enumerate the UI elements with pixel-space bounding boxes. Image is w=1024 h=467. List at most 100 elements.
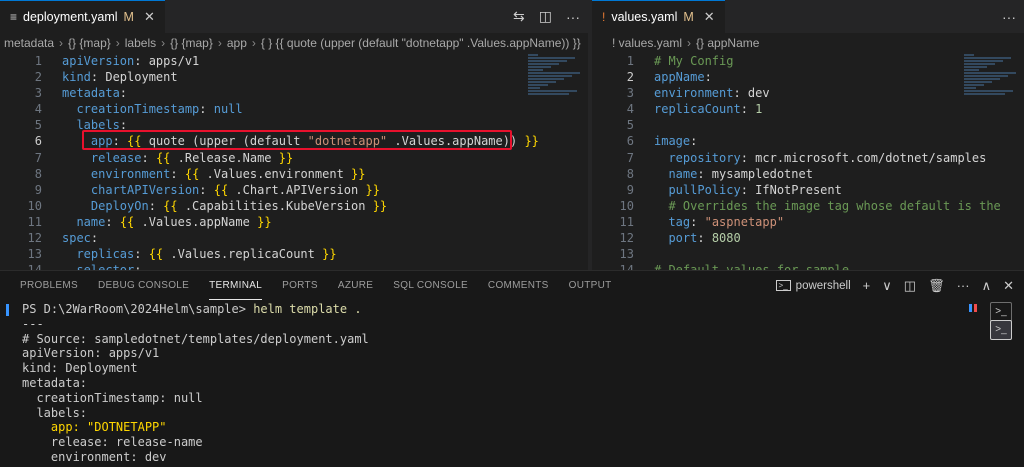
- code-line[interactable]: 8 name: mysampledotnet: [592, 166, 1024, 182]
- code-token: :: [141, 150, 156, 165]
- right-code-editor[interactable]: 1 # My Config 2 appName: 3 environment: dev 4 r…: [592, 53, 1024, 270]
- more-actions-icon[interactable]: ···: [566, 9, 580, 25]
- code-token: {{: [119, 214, 135, 229]
- new-terminal-icon[interactable]: +: [863, 278, 871, 293]
- code-token: {{: [155, 150, 171, 165]
- minimap-line: [528, 87, 540, 89]
- tab-terminal[interactable]: TERMINAL: [209, 271, 263, 300]
- code-token: :: [148, 198, 164, 213]
- code-line[interactable]: 7 release: {{ .Release.Name }}: [0, 150, 588, 166]
- terminal-instance-icon[interactable]: >_: [990, 320, 1012, 340]
- compare-changes-icon[interactable]: ⇆: [513, 8, 525, 25]
- minimap-line: [528, 60, 567, 62]
- line-number: 12: [619, 231, 634, 246]
- right-minimap[interactable]: [964, 53, 1024, 270]
- terminal-text: creationTimestamp: null: [22, 390, 203, 405]
- tab-comments[interactable]: COMMENTS: [488, 271, 549, 300]
- code-line[interactable]: 9 chartAPIVersion: {{ .Chart.APIVersion …: [0, 182, 588, 198]
- line-number: 7: [34, 150, 42, 165]
- code-token: : mcr.microsoft.com/dotnet/samples: [740, 150, 987, 165]
- code-line[interactable]: 4 creationTimestamp: null: [0, 101, 588, 117]
- code-line[interactable]: 14 selector:: [0, 262, 588, 270]
- code-token: .Capabilities.KubeVersion: [177, 198, 373, 213]
- code-line[interactable]: 9 pullPolicy: IfNotPresent: [592, 182, 1024, 198]
- highlight-box: [82, 130, 512, 150]
- code-line[interactable]: 11 name: {{ .Values.appName }}: [0, 214, 588, 230]
- code-line[interactable]: 12 spec:: [0, 230, 588, 246]
- code-line[interactable]: 6 image:: [592, 133, 1024, 149]
- tab-ports[interactable]: PORTS: [282, 271, 318, 300]
- line-text: kind: Deployment: [42, 69, 178, 85]
- code-line[interactable]: 1 # My Config: [592, 53, 1024, 69]
- code-token: }}: [322, 247, 337, 262]
- line-text: pullPolicy: IfNotPresent: [634, 182, 841, 198]
- left-code-editor[interactable]: 1 apiVersion: apps/v1 2 kind: Deployment 3 me…: [0, 53, 588, 270]
- left-minimap[interactable]: [528, 53, 588, 270]
- close-panel-icon[interactable]: ✕: [1003, 278, 1014, 294]
- terminal-output[interactable]: PS D:\2WarRoom\2024Helm\sample> helm tem…: [0, 302, 960, 467]
- code-line[interactable]: 10 # Overrides the image tag whose defau…: [592, 198, 1024, 214]
- code-line[interactable]: 4 replicaCount: 1: [592, 101, 1024, 117]
- trash-icon[interactable]: 🗑: [928, 278, 945, 294]
- code-token: {{: [213, 182, 229, 197]
- line-number: 2: [626, 70, 634, 85]
- code-line[interactable]: 5: [592, 117, 1024, 133]
- line-text: release: {{ .Release.Name }}: [42, 150, 293, 166]
- breadcrumb-item[interactable]: labels: [125, 36, 156, 50]
- breadcrumb-item[interactable]: {} {map}: [170, 36, 213, 50]
- code-line[interactable]: 12 port: 8080: [592, 230, 1024, 246]
- breadcrumb-item[interactable]: metadata: [4, 36, 54, 50]
- split-terminal-icon[interactable]: ◫: [904, 278, 916, 294]
- chevron-down-icon[interactable]: ∨: [882, 278, 892, 294]
- terminal-shell-selector[interactable]: >_ powershell: [775, 280, 851, 292]
- chevron-right-icon: ›: [251, 36, 256, 50]
- close-icon[interactable]: ✕: [704, 9, 715, 25]
- code-line[interactable]: 11 tag: "aspnetapp": [592, 214, 1024, 230]
- close-icon[interactable]: ✕: [144, 9, 155, 25]
- minimap-line: [528, 93, 569, 95]
- more-actions-icon[interactable]: ···: [957, 278, 970, 293]
- code-line[interactable]: 3 environment: dev: [592, 85, 1024, 101]
- tab-debug-console[interactable]: DEBUG CONSOLE: [98, 271, 189, 300]
- split-editor-icon[interactable]: ◫: [539, 8, 552, 25]
- terminal-text: kind: Deployment: [22, 361, 138, 376]
- code-line[interactable]: 14 # Default values for sample: [592, 262, 1024, 270]
- code-line[interactable]: 7 repository: mcr.microsoft.com/dotnet/s…: [592, 150, 1024, 166]
- tab-azure[interactable]: AZURE: [338, 271, 373, 300]
- code-line[interactable]: 1 apiVersion: apps/v1: [0, 53, 588, 69]
- breadcrumb-item[interactable]: app: [227, 36, 247, 50]
- more-actions-icon[interactable]: ···: [1002, 9, 1016, 25]
- chevron-up-icon[interactable]: ∧: [982, 278, 992, 294]
- code-line[interactable]: 2 appName:: [592, 69, 1024, 85]
- tab-deployment-yaml[interactable]: ≡ deployment.yaml M ✕: [0, 0, 165, 33]
- terminal-text: apiVersion: apps/v1: [22, 346, 160, 361]
- breadcrumb-item[interactable]: { } {{ quote (upper (default "dotnetapp"…: [261, 36, 581, 50]
- code-token: .Values.environment: [199, 166, 352, 181]
- terminal-list: >_ >_: [976, 300, 1024, 467]
- terminal-instance-icon[interactable]: >_: [990, 302, 1012, 322]
- code-line[interactable]: 13: [592, 246, 1024, 262]
- code-line[interactable]: 2 kind: Deployment: [0, 69, 588, 85]
- tab-sql-console[interactable]: SQL CONSOLE: [393, 271, 468, 300]
- code-line[interactable]: 13 replicas: {{ .Values.replicaCount }}: [0, 246, 588, 262]
- tab-problems[interactable]: PROBLEMS: [20, 271, 78, 300]
- minimap-line: [528, 69, 543, 71]
- code-token: environment: [654, 86, 734, 101]
- code-line[interactable]: 8 environment: {{ .Values.environment }}: [0, 166, 588, 182]
- code-line[interactable]: 10 DeployOn: {{ .Capabilities.KubeVersio…: [0, 198, 588, 214]
- code-line[interactable]: 3 metadata:: [0, 85, 588, 101]
- tab-values-yaml[interactable]: ! values.yaml M ✕: [592, 0, 725, 33]
- terminal-line: metadata:: [22, 376, 960, 391]
- tab-output[interactable]: OUTPUT: [569, 271, 612, 300]
- code-token: # My Config: [654, 54, 734, 68]
- breadcrumb-item[interactable]: {} appName: [696, 36, 759, 50]
- breadcrumb-item[interactable]: ! values.yaml: [612, 36, 682, 50]
- code-token: image: [654, 134, 691, 149]
- breadcrumb-item[interactable]: {} {map}: [68, 36, 111, 50]
